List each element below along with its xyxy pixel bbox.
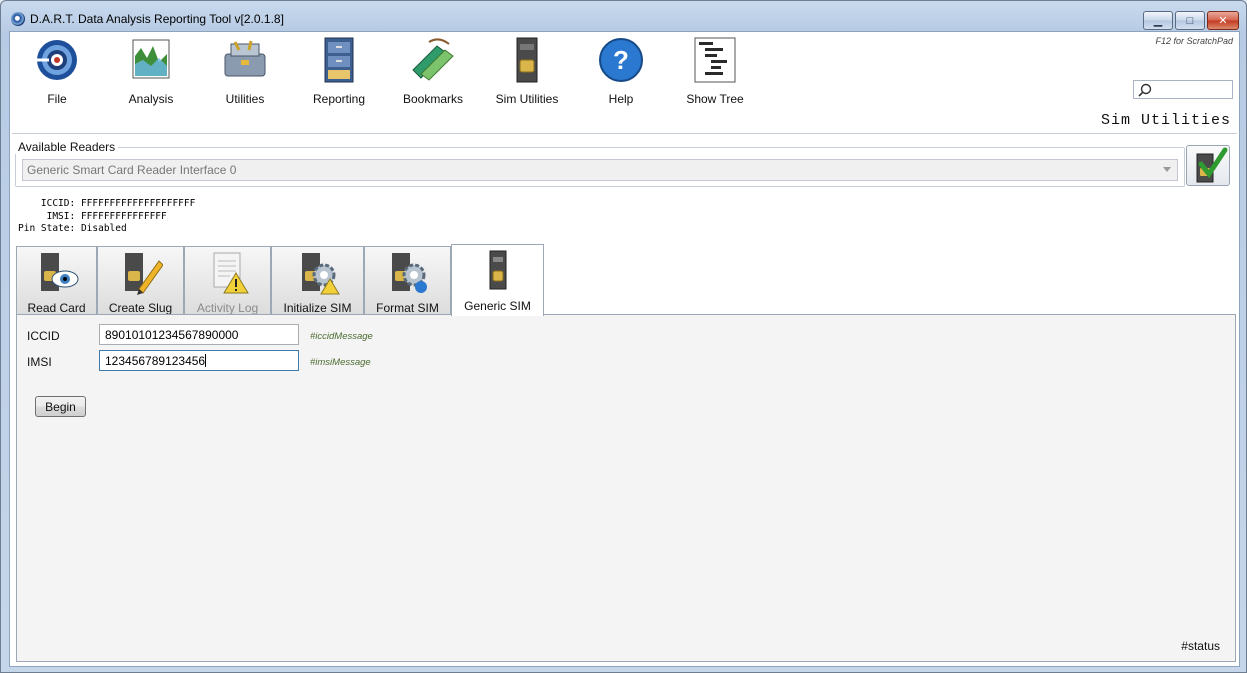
- toolbar-analysis-label: Analysis: [128, 92, 174, 106]
- iccid-message: #iccidMessage: [310, 331, 373, 342]
- toolbar-file-button[interactable]: File: [17, 36, 97, 106]
- window-title: D.A.R.T. Data Analysis Reporting Tool v[…: [30, 12, 284, 26]
- file-target-icon: [33, 36, 81, 84]
- search-icon: [1138, 83, 1152, 97]
- window-controls: ▁ □ ✕: [1143, 11, 1239, 30]
- sim-check-icon: [1196, 147, 1228, 183]
- reader-select-value: Generic Smart Card Reader Interface 0: [27, 163, 237, 177]
- iccid-info-value: FFFFFFFFFFFFFFFFFFFF: [80, 198, 196, 209]
- search-box[interactable]: [1133, 80, 1233, 99]
- toolbar-bookmarks-label: Bookmarks: [402, 92, 464, 106]
- tab-create-slug[interactable]: Create Slug: [97, 246, 184, 315]
- iccid-label: ICCID: [27, 329, 60, 343]
- app-icon: [11, 12, 25, 26]
- section-title: Sim Utilities: [1100, 112, 1231, 129]
- imsi-input-value: 123456789123456: [105, 354, 206, 368]
- tab-generic-sim[interactable]: Generic SIM: [451, 244, 544, 316]
- toolbar-sim-utilities-label: Sim Utilities: [495, 92, 559, 106]
- card-info: ICCID: FFFFFFFFFFFFFFFFFFFF IMSI: FFFFFF…: [18, 198, 195, 236]
- toolbar-sim-utilities-button[interactable]: Sim Utilities: [487, 36, 567, 106]
- toolbar-bookmarks-button[interactable]: Bookmarks: [393, 36, 473, 106]
- imsi-info-value: FFFFFFFFFFFFFFF: [80, 210, 167, 222]
- app-window: D.A.R.T. Data Analysis Reporting Tool v[…: [0, 0, 1247, 673]
- iccid-input[interactable]: 89010101234567890000: [99, 324, 299, 345]
- sim-gear-warning-icon: [296, 251, 340, 295]
- close-button[interactable]: ✕: [1207, 11, 1239, 30]
- pin-info-value: Disabled: [80, 223, 127, 234]
- text-caret: [205, 354, 207, 367]
- imsi-info-label: IMSI:: [46, 210, 76, 222]
- toolbar-help-label: Help: [608, 92, 634, 106]
- reader-select[interactable]: Generic Smart Card Reader Interface 0: [22, 159, 1178, 181]
- toolbar-analysis-button[interactable]: Analysis: [111, 36, 191, 106]
- scratchpad-hint: F12 for ScratchPad: [1155, 36, 1233, 46]
- iccid-info-label: ICCID:: [40, 198, 76, 209]
- sim-card-icon: [476, 249, 520, 293]
- tab-generic-sim-label: Generic SIM: [464, 299, 531, 313]
- pin-info-label: Pin State:: [18, 223, 76, 234]
- main-toolbar: File Analysis Utilities Reporting Bookma…: [10, 32, 1239, 134]
- file-cabinet-icon: [315, 36, 363, 84]
- tab-read-card[interactable]: Read Card: [16, 246, 97, 315]
- status-text: #status: [1181, 639, 1220, 653]
- tab-create-slug-label: Create Slug: [108, 301, 173, 315]
- chevron-down-icon: [1163, 167, 1171, 172]
- connect-reader-button[interactable]: [1186, 145, 1230, 186]
- tab-initialize-sim[interactable]: Initialize SIM: [271, 246, 364, 315]
- toolbar-reporting-label: Reporting: [312, 92, 366, 106]
- sim-card-icon: [503, 36, 551, 84]
- svg-text:?: ?: [613, 45, 629, 75]
- sim-gear-icon: [386, 251, 430, 295]
- tab-activity-log-label: Activity Log: [196, 301, 259, 315]
- toolbar-reporting-button[interactable]: Reporting: [299, 36, 379, 106]
- pin-info-line: Pin State: Disabled: [18, 223, 195, 236]
- imsi-info-line: IMSI: FFFFFFFFFFFFFFF: [18, 211, 195, 224]
- sim-eye-icon: [35, 251, 79, 295]
- generic-sim-panel: ICCID 89010101234567890000 #iccidMessage…: [16, 314, 1236, 662]
- help-icon: ?: [597, 36, 645, 84]
- imsi-message: #imsiMessage: [310, 357, 371, 368]
- tab-format-sim-label: Format SIM: [376, 301, 439, 315]
- bookmarks-icon: [409, 36, 457, 84]
- toolbar-divider: [12, 133, 1237, 134]
- toolbox-icon: [221, 36, 269, 84]
- toolbar-show-tree-button[interactable]: Show Tree: [675, 36, 755, 106]
- client-area: File Analysis Utilities Reporting Bookma…: [9, 31, 1240, 667]
- tab-read-card-label: Read Card: [27, 301, 86, 315]
- iccid-input-value: 89010101234567890000: [105, 328, 239, 342]
- analysis-chart-icon: [127, 36, 175, 84]
- toolbar-utilities-label: Utilities: [225, 92, 265, 106]
- available-readers-legend: Available Readers: [15, 140, 119, 154]
- log-warning-icon: [206, 251, 250, 295]
- tab-initialize-sim-label: Initialize SIM: [283, 301, 352, 315]
- maximize-button[interactable]: □: [1175, 11, 1205, 30]
- imsi-label: IMSI: [27, 355, 52, 369]
- sim-pencil-icon: [119, 251, 164, 295]
- tree-icon: [691, 36, 739, 84]
- title-bar: D.A.R.T. Data Analysis Reporting Tool v[…: [1, 1, 1246, 35]
- iccid-info-line: ICCID: FFFFFFFFFFFFFFFFFFFF: [18, 198, 195, 211]
- toolbar-help-button[interactable]: ? Help: [581, 36, 661, 106]
- toolbar-show-tree-label: Show Tree: [686, 92, 744, 106]
- toolbar-file-label: File: [47, 92, 67, 106]
- imsi-input[interactable]: 123456789123456: [99, 350, 299, 371]
- search-input[interactable]: [1156, 82, 1231, 98]
- tab-format-sim[interactable]: Format SIM: [364, 246, 451, 315]
- toolbar-utilities-button[interactable]: Utilities: [205, 36, 285, 106]
- tab-activity-log[interactable]: Activity Log: [184, 246, 271, 315]
- minimize-button[interactable]: ▁: [1143, 11, 1173, 30]
- begin-button[interactable]: Begin: [35, 396, 86, 417]
